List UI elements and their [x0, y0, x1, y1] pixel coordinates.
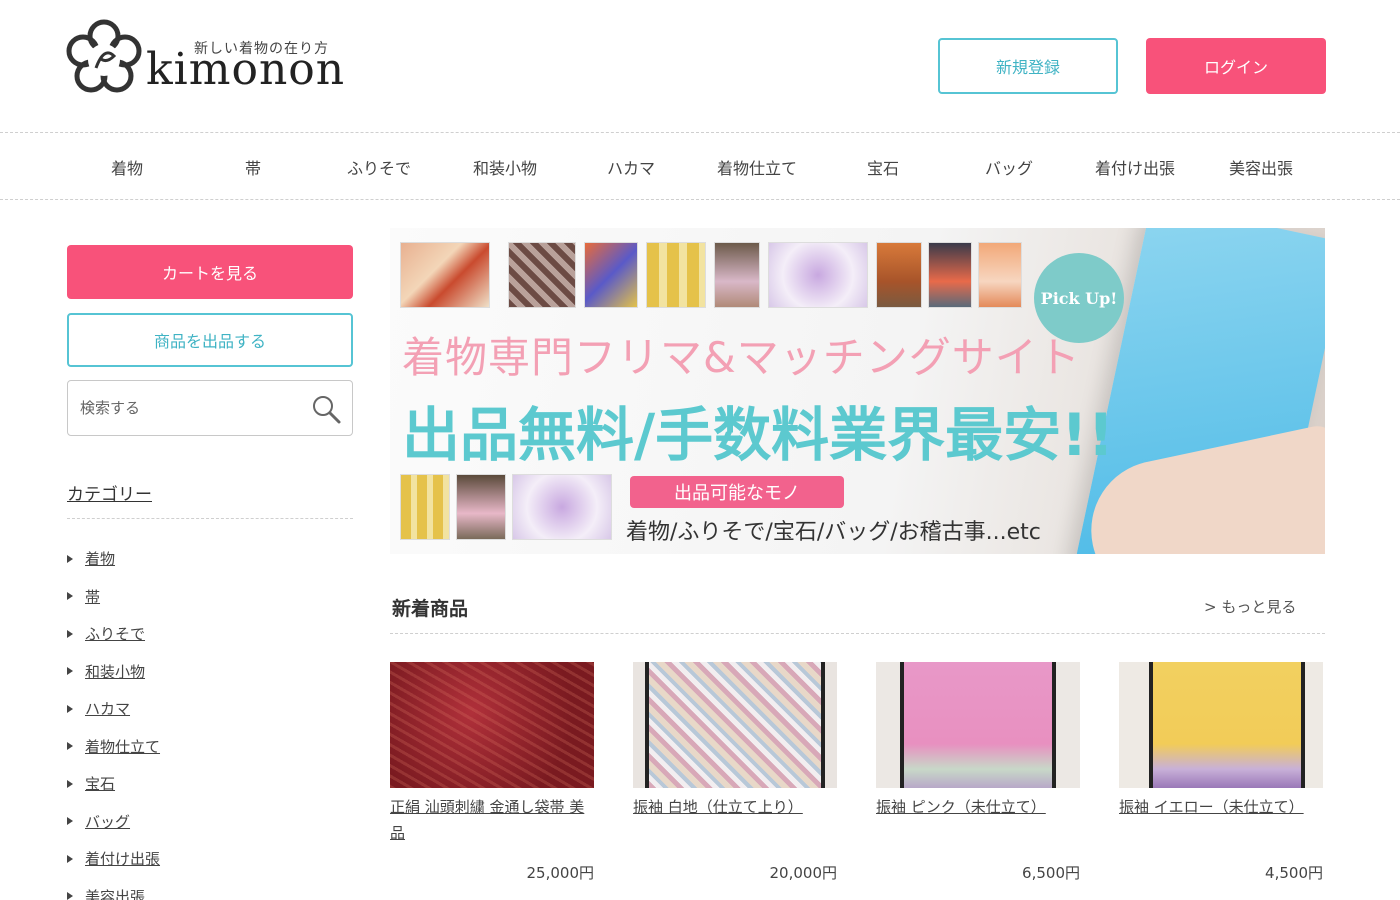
caret-right-icon	[67, 817, 73, 826]
caret-right-icon	[67, 742, 73, 751]
sellable-items-badge: 出品可能なモノ	[630, 476, 844, 508]
nav-item-hakama[interactable]: ハカマ	[571, 155, 691, 179]
nav-item-bag[interactable]: バッグ	[949, 155, 1069, 179]
list-item: 和装小物	[67, 653, 160, 691]
nav-item-furisode[interactable]: ふりそで	[319, 155, 439, 179]
new-items-title: 新着商品	[392, 598, 469, 620]
plum-blossom-icon	[66, 19, 142, 93]
kimono-thumbnail	[876, 242, 922, 308]
see-more-link[interactable]: > もっと見る	[1204, 596, 1296, 617]
product-card[interactable]: 正絹 汕頭刺繍 金通し袋帯 美品 25,000円	[390, 662, 594, 882]
kimono-thumbnail	[928, 242, 972, 308]
sell-item-button[interactable]: 商品を出品する	[67, 313, 353, 367]
list-item: 着物仕立て	[67, 728, 160, 766]
kimonon-logo[interactable]: 新しい着物の在り方 kimonon	[64, 18, 384, 98]
product-name[interactable]: 振袖 ピンク（未仕立て）	[876, 794, 1080, 820]
search-box	[67, 380, 353, 436]
caret-right-icon	[67, 554, 73, 563]
promo-banner[interactable]: Pick Up! 着物専門フリマ&マッチングサイト 出品無料/手数料業界最安!!…	[390, 228, 1325, 554]
bag-thumbnail	[768, 242, 868, 308]
search-input[interactable]	[80, 395, 300, 421]
product-image[interactable]	[390, 662, 594, 788]
product-name[interactable]: 正絹 汕頭刺繍 金通し袋帯 美品	[390, 794, 594, 846]
register-button[interactable]: 新規登録	[938, 38, 1118, 94]
nav-item-kimono[interactable]: 着物	[67, 155, 187, 179]
view-cart-button[interactable]: カートを見る	[67, 245, 353, 299]
nav-item-beauty-service[interactable]: 美容出張	[1201, 155, 1321, 179]
list-item: バッグ	[67, 803, 160, 841]
list-item: 宝石	[67, 765, 160, 803]
kimono-thumbnail	[400, 242, 490, 308]
category-link-obi[interactable]: 帯	[85, 586, 100, 607]
logo-wordmark: kimonon	[146, 44, 346, 95]
category-link-bag[interactable]: バッグ	[85, 811, 130, 832]
category-list: 着物 帯 ふりそで 和装小物 ハカマ 着物仕立て 宝石 バッグ 着付け出張 美容…	[67, 540, 160, 900]
divider	[390, 633, 1325, 634]
caret-right-icon	[67, 667, 73, 676]
caret-right-icon	[67, 704, 73, 713]
nav-item-tailoring[interactable]: 着物仕立て	[697, 155, 817, 179]
category-link-wasou-komono[interactable]: 和装小物	[85, 661, 145, 682]
category-link-dressing-service[interactable]: 着付け出張	[85, 848, 160, 869]
product-image[interactable]	[633, 662, 837, 788]
product-card[interactable]: 振袖 白地（仕立て上り） 20,000円	[633, 662, 837, 882]
login-button[interactable]: ログイン	[1146, 38, 1326, 94]
category-link-beauty-service[interactable]: 美容出張	[85, 886, 145, 900]
product-image[interactable]	[876, 662, 1080, 788]
nav-item-wasou-komono[interactable]: 和装小物	[445, 155, 565, 179]
category-link-jewelry[interactable]: 宝石	[85, 773, 115, 794]
category-link-tailoring[interactable]: 着物仕立て	[85, 736, 160, 757]
list-item: ハカマ	[67, 690, 160, 728]
caret-right-icon	[67, 629, 73, 638]
search-icon[interactable]	[310, 393, 342, 425]
product-price: 6,500円	[1022, 864, 1080, 882]
caret-right-icon	[67, 854, 73, 863]
category-link-hakama[interactable]: ハカマ	[85, 698, 130, 719]
banner-item-list: 着物/ふりそで/宝石/バッグ/お稽古事...etc	[626, 520, 1041, 545]
product-card[interactable]: 振袖 ピンク（未仕立て） 6,500円	[876, 662, 1080, 882]
product-price: 20,000円	[769, 864, 838, 882]
list-item: 着物	[67, 540, 160, 578]
category-link-furisode[interactable]: ふりそで	[85, 623, 145, 644]
list-item: 帯	[67, 578, 160, 616]
product-price: 25,000円	[526, 864, 595, 882]
caret-right-icon	[67, 592, 73, 601]
kimono-thumbnail	[978, 242, 1022, 308]
kimono-thumbnail	[508, 242, 576, 308]
banner-headline: 着物専門フリマ&マッチングサイト	[402, 333, 1081, 382]
list-item: 着付け出張	[67, 840, 160, 878]
banner-main-copy: 出品無料/手数料業界最安!!	[402, 401, 1115, 469]
kimono-thumbnail	[646, 242, 706, 308]
kimono-thumbnail	[584, 242, 638, 308]
kimono-thumbnail	[714, 242, 760, 308]
nav-item-obi[interactable]: 帯	[193, 155, 313, 179]
product-card[interactable]: 振袖 イエロー（未仕立て） 4,500円	[1119, 662, 1323, 882]
product-name[interactable]: 振袖 イエロー（未仕立て）	[1119, 794, 1323, 820]
main-nav: 着物 帯 ふりそで 和装小物 ハカマ 着物仕立て 宝石 バッグ 着付け出張 美容…	[0, 132, 1400, 200]
nav-item-jewelry[interactable]: 宝石	[823, 155, 943, 179]
product-image[interactable]	[1119, 662, 1323, 788]
kimono-thumbnail	[456, 474, 506, 540]
product-price: 4,500円	[1265, 864, 1323, 882]
category-heading: カテゴリー	[67, 485, 152, 505]
site-header: 新しい着物の在り方 kimonon 新規登録 ログイン	[0, 0, 1400, 132]
category-link-kimono[interactable]: 着物	[85, 548, 115, 569]
caret-right-icon	[67, 892, 73, 900]
kimono-thumbnail	[400, 474, 450, 540]
list-item: ふりそで	[67, 615, 160, 653]
nav-item-dressing-service[interactable]: 着付け出張	[1075, 155, 1195, 179]
list-item: 美容出張	[67, 878, 160, 900]
divider	[67, 518, 353, 519]
bag-thumbnail	[512, 474, 612, 540]
caret-right-icon	[67, 779, 73, 788]
product-name[interactable]: 振袖 白地（仕立て上り）	[633, 794, 837, 820]
